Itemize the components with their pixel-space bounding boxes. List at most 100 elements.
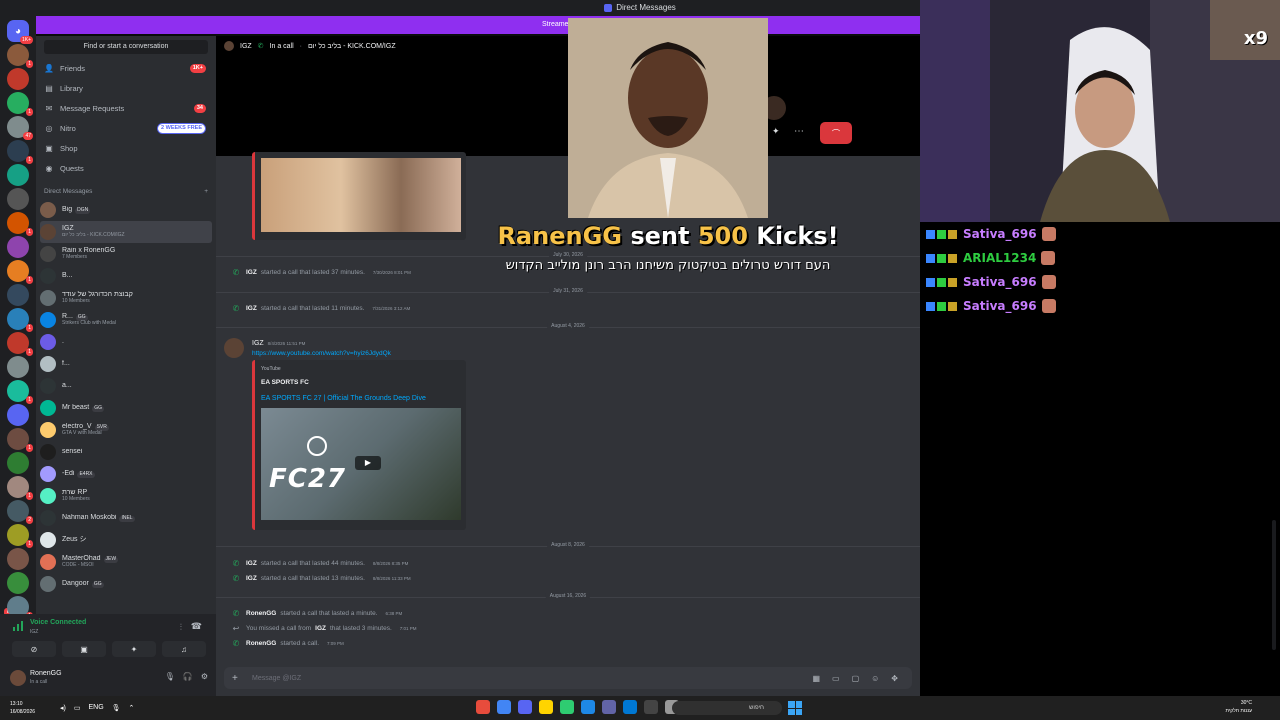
server-icon[interactable]: 1 [7, 212, 33, 236]
dm-item[interactable]: Zeus シ [36, 529, 216, 551]
microphone-icon[interactable]: 🎙 [165, 672, 175, 681]
gif-icon[interactable]: ▭ [832, 674, 840, 683]
dm-item[interactable]: B... [36, 265, 216, 287]
taskbar-app-icon[interactable] [560, 700, 574, 714]
gift-icon[interactable]: ▦ [812, 674, 820, 683]
dm-item[interactable]: sensei [36, 441, 216, 463]
server-icon[interactable]: 47 [7, 116, 33, 140]
dm-item[interactable]: -Edi E4RX [36, 463, 216, 485]
scrollbar[interactable] [1272, 520, 1276, 650]
server-icon[interactable] [7, 548, 29, 570]
dm-item[interactable]: Nahman Moskobi INEL [36, 507, 216, 529]
home-button[interactable]: ◕ 1K+ [7, 20, 33, 44]
message-author[interactable]: IGZ 8/4/2026 11:51 PM [252, 340, 305, 347]
taskbar-app-icon[interactable] [476, 700, 490, 714]
server-icon[interactable]: 1 [7, 44, 33, 68]
apps-icon[interactable]: ✥ [891, 674, 898, 683]
microphone-icon[interactable]: 🎙 [112, 704, 121, 712]
taskbar-app-icon[interactable] [602, 700, 616, 714]
server-icon[interactable]: 2 [7, 500, 33, 524]
weather-widget[interactable]: 30°C עננות חלקית [1226, 699, 1252, 715]
message-input[interactable]: + Message @IGZ ▦ ▭ ▢ ☺ ✥ [224, 667, 912, 689]
server-icon[interactable] [7, 356, 29, 378]
message-link[interactable]: https://www.youtube.com/watch?v=hyiz6Jdy… [252, 350, 391, 357]
play-icon[interactable]: ▶ [355, 456, 381, 470]
more-options-icon[interactable]: ⋯ [794, 126, 804, 137]
video-thumbnail[interactable]: FC27 ▶ [261, 408, 461, 520]
dm-item[interactable]: electro_V SVR GTA V with Medal [36, 419, 216, 441]
server-icon[interactable] [7, 236, 29, 258]
server-icon[interactable] [7, 164, 29, 186]
dm-item[interactable]: f... [36, 353, 216, 375]
quests-icon: ◉ [45, 163, 53, 173]
noise-suppression-icon[interactable]: ⫶ [180, 622, 182, 633]
unread-badge: 1 [26, 108, 33, 116]
taskbar-app-icon[interactable] [623, 700, 637, 714]
missed-call-icon: ↩ [232, 624, 240, 633]
dm-item[interactable]: שרת RP 10 Members [36, 485, 216, 507]
activities-icon[interactable]: ✦ [772, 126, 780, 137]
avatar[interactable] [10, 670, 26, 686]
count-badge: 1K+ [189, 63, 206, 73]
dm-item[interactable]: Dangoor GG [36, 573, 216, 595]
taskbar-app-icon[interactable] [539, 700, 553, 714]
search-input[interactable]: Find or start a conversation [44, 40, 208, 54]
hang-up-button[interactable]: ⌒ [820, 122, 852, 144]
soundboard-icon[interactable]: ♫ [162, 641, 206, 657]
dm-item[interactable]: R... GG Strikers Club with Medal [36, 309, 216, 331]
server-icon[interactable] [7, 404, 29, 426]
sidebar-item-message-requests[interactable]: ✉ Message Requests 34 [36, 98, 216, 118]
dm-item[interactable]: קבוצת הכדורגל של עודד 10 Members [36, 287, 216, 309]
sidebar-item-nitro[interactable]: ◎ Nitro 2 WEEKS FREE [36, 118, 216, 138]
speaker-icon[interactable]: ◂) [60, 704, 66, 712]
embed-author[interactable]: EA SPORTS FC [261, 379, 309, 386]
avatar[interactable] [224, 338, 244, 358]
gear-icon[interactable]: ⚙ [201, 672, 208, 681]
dm-item[interactable]: . [36, 331, 216, 353]
sidebar-item-quests[interactable]: ◉ Quests [36, 158, 216, 178]
server-icon[interactable] [7, 572, 29, 594]
emoji-icon[interactable]: ☺ [871, 674, 879, 683]
disconnect-icon[interactable]: ☎ [191, 621, 202, 632]
network-icon[interactable]: ▭ [74, 704, 81, 712]
server-icon[interactable] [7, 284, 29, 306]
add-attachment-icon[interactable]: + [232, 673, 238, 684]
server-icon[interactable]: 1 [7, 524, 33, 548]
taskbar-search[interactable]: חיפוש [672, 701, 782, 715]
sidebar-item-library[interactable]: ▤ Library [36, 78, 216, 98]
activities-icon[interactable]: ✦ [112, 641, 156, 657]
dm-item[interactable]: Rain x RonenGG 7 Members [36, 243, 216, 265]
dm-item[interactable]: a... [36, 375, 216, 397]
taskbar-app-icon[interactable] [497, 700, 511, 714]
server-icon[interactable]: 1 [7, 308, 33, 332]
embed-title[interactable]: EA SPORTS FC 27 | Official The Grounds D… [261, 395, 426, 402]
taskbar-app-icon[interactable] [581, 700, 595, 714]
dm-item[interactable]: IGZ בליב כל יום - KICK.COM/IGZ [40, 221, 212, 243]
server-icon[interactable]: 1 [7, 428, 33, 452]
server-icon[interactable]: 1 [7, 92, 33, 116]
dm-item[interactable]: MasterOhad JEW CODE - MSOI [36, 551, 216, 573]
server-icon[interactable]: 1 [7, 380, 33, 404]
add-dm-button[interactable]: + [204, 188, 208, 195]
headphones-icon[interactable]: 🎧 [183, 672, 193, 681]
server-icon[interactable]: 1 [7, 476, 33, 500]
dm-item[interactable]: Big DGN [36, 199, 216, 221]
sidebar-item-shop[interactable]: ▣ Shop [36, 138, 216, 158]
taskbar-app-icon[interactable] [518, 700, 532, 714]
server-icon[interactable] [7, 452, 29, 474]
server-icon[interactable]: 1 [7, 260, 33, 284]
screen-share-icon[interactable]: ▣ [62, 641, 106, 657]
server-icon[interactable]: 1 [7, 140, 33, 164]
dm-item[interactable]: Mr beast GG [36, 397, 216, 419]
video-thumbnail[interactable] [261, 158, 461, 232]
sticker-icon[interactable]: ▢ [852, 674, 860, 683]
language-indicator[interactable]: ENG [88, 704, 103, 712]
video-off-icon[interactable]: ⊘ [12, 641, 56, 657]
server-icon[interactable]: 1 [7, 332, 33, 356]
taskbar-app-icon[interactable] [644, 700, 658, 714]
start-button[interactable] [788, 701, 802, 715]
chevron-up-icon[interactable]: ⌃ [129, 704, 135, 712]
sidebar-item-friends[interactable]: 👤 Friends 1K+ [36, 58, 216, 78]
server-icon[interactable] [7, 188, 29, 210]
server-icon[interactable] [7, 68, 29, 90]
